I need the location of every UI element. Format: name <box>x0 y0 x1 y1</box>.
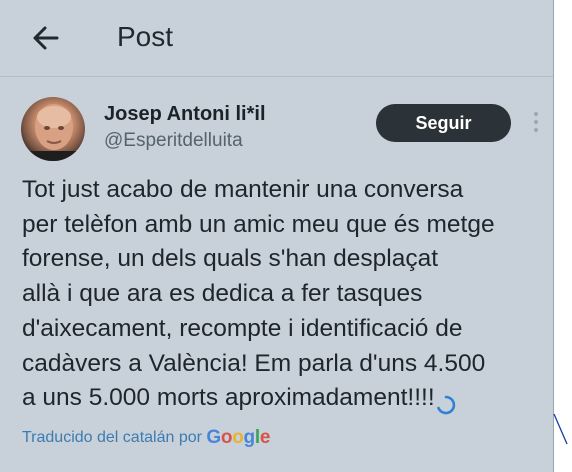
author-handle[interactable]: @Esperitdelluita <box>104 129 243 153</box>
page-title: Post <box>117 21 174 52</box>
post-text-line: a uns 5.000 morts aproximadament!!!! <box>22 384 435 412</box>
cursor-mark <box>553 413 568 445</box>
translation-link[interactable]: Traducido del catalán por Google <box>22 427 270 453</box>
post-screen: Post Josep Antoni li*il @Esperitdelluita… <box>0 0 554 472</box>
avatar-photo <box>21 104 85 161</box>
post-text-line: forense, un dels quals s'han desplaçat <box>22 245 439 273</box>
top-bar: Post <box>0 0 553 77</box>
more-vertical-icon <box>534 112 538 116</box>
google-logo: Google <box>206 427 271 448</box>
post-text-line: d'aixecament, recompte i identificació d… <box>22 314 463 342</box>
follow-button[interactable]: Seguir <box>376 104 511 142</box>
post-text-line: allà i que ara es dedica a fer tasques <box>22 280 423 308</box>
post-text-line: per telèfon amb un amic meu que és metge <box>22 210 495 238</box>
author-name[interactable]: Josep Antoni li*il <box>104 102 266 126</box>
post-text-line: cadàvers a València! Em parla d'uns 4.50… <box>22 349 486 377</box>
arrow-left-icon <box>33 26 59 50</box>
more-vertical-icon <box>534 120 538 124</box>
more-vertical-icon <box>534 128 538 132</box>
avatar[interactable] <box>21 97 85 161</box>
translation-label: Traducido del catalán por <box>22 429 202 446</box>
loading-spinner-icon <box>437 395 456 415</box>
back-button[interactable] <box>24 16 68 60</box>
post-text-line: Tot just acabo de mantenir una conversa <box>22 176 464 203</box>
post-body: Tot just acabo de mantenir una conversa … <box>22 173 550 416</box>
more-options-button[interactable] <box>528 110 544 136</box>
